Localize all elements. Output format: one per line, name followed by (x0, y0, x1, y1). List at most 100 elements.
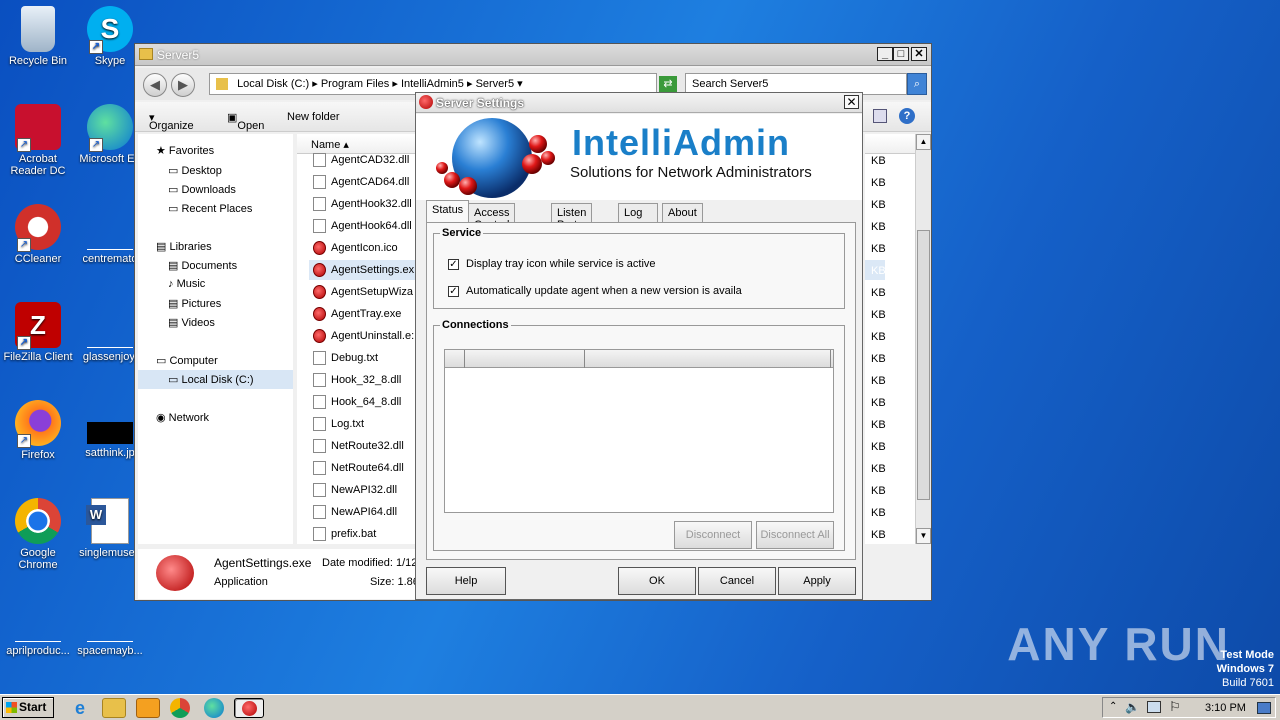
forward-button[interactable]: ▶ (171, 73, 195, 97)
desktop-icon-aprilproduc[interactable]: aprilproduc... (0, 596, 76, 657)
column-header[interactable] (465, 350, 585, 368)
intelliadmin-taskbar-icon[interactable] (234, 698, 264, 718)
file-row[interactable]: AgentCAD32.dll (313, 150, 409, 170)
file-row[interactable]: NewAPI64.dll (313, 502, 397, 522)
file-row[interactable]: AgentCAD64.dll (313, 172, 409, 192)
nav-network[interactable]: ◉ Network (156, 411, 209, 424)
edge-icon[interactable] (204, 698, 224, 718)
start-button[interactable]: Start (2, 697, 54, 718)
file-row[interactable]: AgentUninstall.e: (313, 326, 414, 346)
file-row[interactable]: Log.txt (313, 414, 364, 434)
help-button[interactable]: Help (426, 567, 506, 595)
tab-access-control[interactable]: Access Control (468, 203, 516, 231)
disconnect-all-button[interactable]: Disconnect All (756, 521, 834, 549)
intelliadmin-icon (313, 307, 326, 321)
maximize-button[interactable]: □ (893, 47, 909, 61)
breadcrumb-item[interactable]: IntelliAdmin5 (401, 78, 464, 90)
dialog-titlebar[interactable]: Server Settings ✕ (416, 93, 862, 113)
desktop-icon-spacemayb[interactable]: spacemayb... (72, 596, 148, 657)
dialog-close-button[interactable]: ✕ (844, 95, 859, 109)
scroll-down-arrow[interactable]: ▼ (916, 528, 931, 544)
ok-button[interactable]: OK (618, 567, 696, 595)
action-center-flag-icon[interactable]: ⚐ (1169, 699, 1181, 715)
chrome-icon[interactable] (170, 698, 190, 718)
file-row[interactable]: NetRoute64.dll (313, 458, 404, 478)
file-row[interactable]: AgentHook64.dll (313, 216, 412, 236)
column-header[interactable] (585, 350, 831, 368)
tab-about[interactable]: About (662, 203, 703, 222)
nav-music[interactable]: ♪ Music (168, 278, 205, 290)
tab-log[interactable]: Log (618, 203, 658, 222)
file-row[interactable]: Debug.txt (313, 348, 378, 368)
nav-favorites[interactable]: ★ Favorites (156, 144, 214, 157)
cancel-button[interactable]: Cancel (698, 567, 776, 595)
show-desktop-icon[interactable] (1257, 702, 1271, 714)
desktop-icon-ccleaner[interactable]: ↗ CCleaner (0, 204, 76, 265)
vertical-scrollbar[interactable]: ▲ ▼ (915, 134, 931, 544)
scroll-thumb[interactable] (917, 230, 930, 500)
preview-pane-icon[interactable] (873, 109, 887, 123)
media-player-icon[interactable] (136, 698, 160, 718)
nav-documents[interactable]: ▤ Documents (168, 259, 237, 272)
dll-file-icon (313, 461, 326, 475)
details-pane: AgentSettings.exe Date modified: 1/12 Ap… (138, 549, 419, 599)
column-header[interactable] (445, 350, 465, 368)
file-row[interactable]: prefix.bat (313, 524, 376, 544)
desktop-icon-filezilla[interactable]: Z ↗ FileZilla Client (0, 302, 76, 363)
open-button[interactable]: ▣ Open (227, 111, 264, 132)
file-row[interactable]: AgentIcon.ico (313, 238, 398, 258)
nav-computer[interactable]: ▭ Computer (156, 354, 218, 367)
file-row[interactable]: Hook_32_8.dll (313, 370, 401, 390)
file-row[interactable]: Hook_64_8.dll (313, 392, 401, 412)
desktop-icon-acrobat[interactable]: ↗ Acrobat Reader DC (0, 104, 76, 177)
nav-recent[interactable]: ▭ Recent Places (168, 202, 252, 215)
file-row[interactable]: AgentHook32.dll (313, 194, 412, 214)
breadcrumb-item[interactable]: Local Disk (C:) (237, 78, 309, 90)
scroll-up-arrow[interactable]: ▲ (916, 134, 931, 150)
tray-icon-checkbox[interactable]: ✓ (448, 259, 459, 270)
desktop-icon-firefox[interactable]: ↗ Firefox (0, 400, 76, 461)
disconnect-button[interactable]: Disconnect (674, 521, 752, 549)
connections-list[interactable] (444, 349, 834, 513)
desktop-icon-recycle-bin[interactable]: Recycle Bin (0, 6, 76, 67)
organize-button[interactable]: Organize ▾ (149, 111, 194, 132)
nav-desktop[interactable]: ▭ Desktop (168, 164, 222, 177)
desktop-icon-label: centremato (82, 253, 138, 265)
auto-update-checkbox[interactable]: ✓ (448, 286, 459, 297)
tab-status[interactable]: Status (426, 200, 470, 223)
network-icon[interactable] (1147, 701, 1161, 713)
nav-libraries[interactable]: ▤ Libraries (156, 240, 212, 253)
clock[interactable]: 3:10 PM (1205, 702, 1246, 714)
volume-icon[interactable]: 🔈 (1125, 700, 1140, 714)
file-row[interactable]: AgentSetupWiza (313, 282, 413, 302)
file-row-selected[interactable]: AgentSettings.ex (309, 260, 415, 280)
intelliadmin-banner: IntelliAdmin Solutions for Network Admin… (416, 114, 862, 200)
tab-listen-ports[interactable]: Listen Ports (551, 203, 593, 231)
desktop-icon-chrome[interactable]: Google Chrome (0, 498, 76, 571)
internet-explorer-icon[interactable]: e (68, 698, 92, 718)
file-explorer-icon[interactable] (102, 698, 126, 718)
explorer-titlebar[interactable]: Server5 _ □ ✕ (135, 44, 931, 66)
minimize-button[interactable]: _ (877, 47, 893, 61)
file-row[interactable]: AgentTray.exe (313, 304, 401, 324)
nav-pictures[interactable]: ▤ Pictures (168, 297, 221, 310)
file-row[interactable]: NewAPI32.dll (313, 480, 397, 500)
desktop-icon-label: Firefox (21, 449, 55, 461)
nav-local-disk[interactable]: ▭ Local Disk (C:) (138, 370, 293, 389)
apply-button[interactable]: Apply (778, 567, 856, 595)
column-header-size[interactable] (865, 134, 915, 154)
close-button[interactable]: ✕ (911, 47, 927, 61)
refresh-icon[interactable]: ⇄ (659, 76, 677, 92)
nav-videos[interactable]: ▤ Videos (168, 316, 215, 329)
test-mode-text: Test Mode (1220, 649, 1274, 661)
breadcrumb-item[interactable]: Program Files (321, 78, 389, 90)
file-row[interactable]: NetRoute32.dll (313, 436, 404, 456)
back-button[interactable]: ◀ (143, 73, 167, 97)
breadcrumb-item[interactable]: Server5 (476, 78, 515, 90)
nav-downloads[interactable]: ▭ Downloads (168, 183, 236, 196)
search-icon[interactable]: ⌕ (907, 73, 927, 95)
tray-chevron-icon[interactable]: ⌃ (1109, 701, 1117, 712)
new-folder-button[interactable]: New folder (287, 111, 340, 123)
size-unit: KB (871, 309, 886, 321)
help-icon[interactable]: ? (899, 108, 915, 124)
